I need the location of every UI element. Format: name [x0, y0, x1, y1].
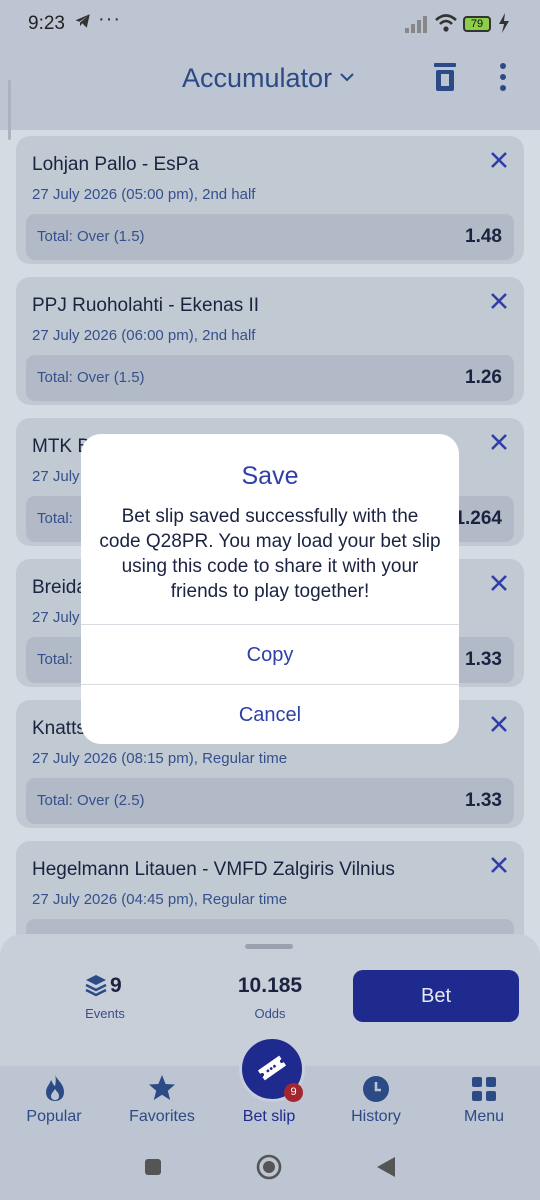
more-options-icon[interactable]: [498, 62, 508, 92]
clock-icon: [363, 1076, 389, 1102]
match-datetime: 27 July 2026 (05:00 pm), 2nd half: [32, 186, 256, 203]
match-datetime: 27 July: [32, 609, 80, 626]
close-icon[interactable]: [490, 856, 508, 874]
scroll-indicator[interactable]: [8, 80, 11, 140]
market-label: Total: Over (1.5): [37, 228, 145, 245]
match-title: Breida: [32, 577, 87, 598]
ticket-icon: [257, 1055, 287, 1081]
odds-label: Odds: [254, 1006, 286, 1021]
market-label: Total:: [37, 651, 73, 668]
bet-card[interactable]: PPJ Ruoholahti - Ekenas II 27 July 2026 …: [16, 277, 524, 405]
market-label: Total:: [37, 510, 73, 527]
dialog-message: Bet slip saved successfully with the cod…: [99, 506, 441, 602]
layers-icon: [85, 975, 107, 997]
match-datetime: 27 July 2026 (08:15 pm), Regular time: [32, 750, 288, 767]
close-icon[interactable]: [490, 574, 508, 592]
close-icon[interactable]: [490, 433, 508, 451]
match-title: Lohjan Pallo - EsPa: [32, 154, 199, 175]
nav-label: Menu: [463, 1108, 505, 1125]
close-icon[interactable]: [490, 715, 508, 733]
bet-slip-badge: 9: [284, 1083, 303, 1102]
odds-value: 1.33: [465, 790, 502, 811]
flame-icon: [46, 1075, 64, 1101]
cancel-button[interactable]: Cancel: [81, 686, 459, 744]
nav-label: Bet slip: [242, 1108, 296, 1125]
match-datetime: 27 July 2026 (04:45 pm), Regular time: [32, 891, 288, 908]
dialog-title: Save: [241, 462, 299, 490]
odds-value: 1.264: [454, 508, 502, 529]
match-datetime: 27 July 2026 (06:00 pm), 2nd half: [32, 327, 256, 344]
odds-value: 1.33: [465, 649, 502, 670]
close-icon[interactable]: [490, 292, 508, 310]
copy-button[interactable]: Copy: [81, 626, 459, 684]
nav-label: Popular: [26, 1108, 82, 1125]
market-label: Total: Over (1.5): [37, 369, 145, 386]
bet-card[interactable]: Lohjan Pallo - EsPa 27 July 2026 (05:00 …: [16, 136, 524, 264]
drag-handle[interactable]: [245, 944, 293, 949]
status-time: 9:23: [28, 13, 65, 34]
nav-label: History: [351, 1108, 401, 1125]
chevron-down-icon[interactable]: [340, 72, 354, 82]
market-row[interactable]: Total: Over (1.5) 1.48: [26, 214, 514, 260]
dialog-divider: [81, 684, 459, 685]
star-icon: [149, 1075, 175, 1100]
page-title[interactable]: Accumulator: [182, 63, 332, 94]
market-row[interactable]: Total: Over (1.5) 1.26: [26, 355, 514, 401]
match-datetime: 27 July: [32, 468, 80, 485]
events-count: 9: [110, 974, 122, 997]
odds-value: 1.26: [465, 367, 502, 388]
match-title: PPJ Ruoholahti - Ekenas II: [32, 295, 260, 316]
back-icon[interactable]: [376, 1156, 396, 1178]
wifi-icon: [435, 14, 457, 32]
odds-value: 1.48: [465, 226, 502, 247]
market-label: Total: Over (2.5): [37, 792, 145, 809]
charging-icon: [499, 13, 509, 33]
save-dialog: Save Bet slip saved successfully with th…: [81, 434, 459, 744]
grid-icon: [472, 1077, 496, 1101]
battery-indicator: 79: [463, 16, 491, 32]
nav-label: Favorites: [129, 1108, 195, 1125]
status-more-icon: ···: [98, 8, 121, 30]
home-icon[interactable]: [256, 1154, 282, 1180]
telegram-icon: [75, 14, 90, 28]
match-title: Hegelmann Litauen - VMFD Zalgiris Vilniu…: [32, 859, 395, 880]
recent-apps-icon[interactable]: [144, 1158, 162, 1176]
match-title: Knatts: [32, 718, 86, 739]
signal-icon: [405, 16, 427, 33]
trash-icon[interactable]: [432, 62, 458, 92]
dialog-divider: [81, 624, 459, 625]
total-odds: 10.185: [237, 974, 303, 997]
close-icon[interactable]: [490, 151, 508, 169]
events-label: Events: [85, 1006, 125, 1021]
bet-button[interactable]: Bet: [353, 970, 519, 1022]
market-row[interactable]: Total: Over (2.5) 1.33: [26, 778, 514, 824]
